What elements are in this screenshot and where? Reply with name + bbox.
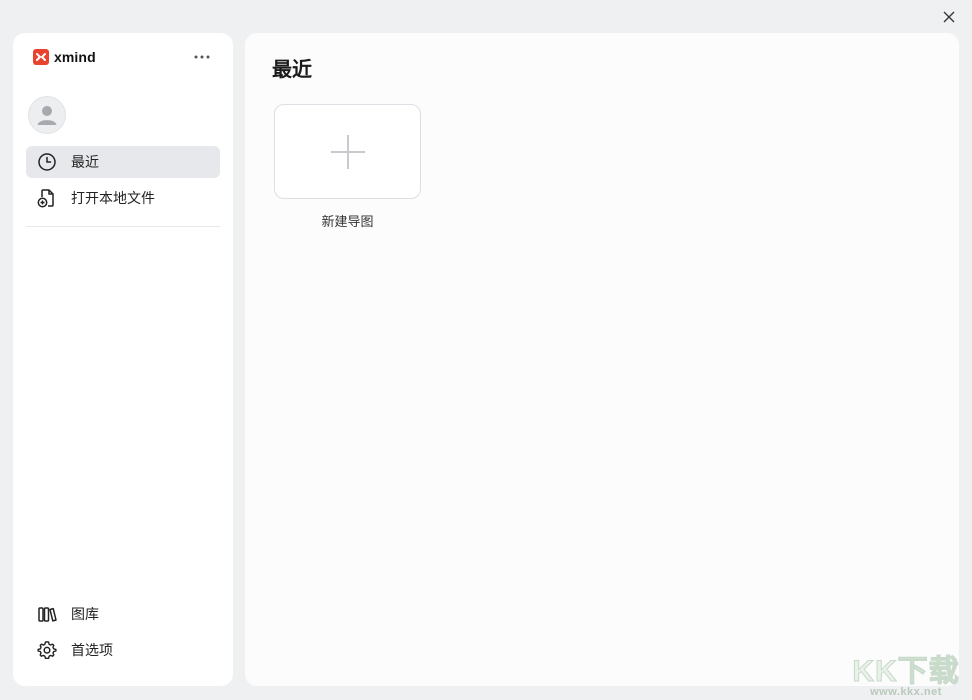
gear-icon	[37, 640, 57, 660]
new-map-button[interactable]	[274, 104, 421, 199]
more-horizontal-icon	[194, 55, 210, 59]
sidebar-item-open-local-file[interactable]: 打开本地文件	[26, 182, 220, 214]
open-local-file-icon	[37, 188, 57, 208]
sidebar-item-label: 首选项	[71, 642, 113, 658]
watermark-url: www.kkx.net	[870, 686, 942, 698]
watermark-text: KK下载	[852, 655, 960, 689]
more-options-button[interactable]	[191, 49, 213, 65]
sidebar-item-label: 打开本地文件	[71, 190, 155, 206]
sidebar-divider	[26, 226, 220, 227]
watermark: KK下载 www.kkx.net	[846, 646, 966, 699]
avatar[interactable]	[28, 96, 66, 134]
library-icon	[37, 604, 57, 624]
clock-icon	[37, 152, 57, 172]
close-icon	[943, 11, 955, 23]
sidebar-item-library[interactable]: 图库	[26, 598, 220, 630]
new-map-label: 新建导图	[321, 214, 374, 229]
plus-icon	[330, 134, 365, 169]
sidebar-item-recent[interactable]: 最近	[26, 146, 220, 178]
xmind-logo-icon	[33, 49, 49, 65]
brand-name: xmind	[54, 49, 96, 65]
user-avatar-icon	[37, 106, 57, 125]
sidebar-item-label: 最近	[71, 154, 99, 170]
brand: xmind	[33, 49, 96, 65]
sidebar-item-label: 图库	[71, 606, 99, 622]
window-close-button[interactable]	[940, 8, 958, 26]
page-title: 最近	[272, 59, 312, 81]
sidebar: xmind 最近 打开本地文件 图库 首选项	[13, 33, 233, 686]
sidebar-item-preferences[interactable]: 首选项	[26, 634, 220, 666]
main-panel: 最近 新建导图	[245, 33, 959, 686]
